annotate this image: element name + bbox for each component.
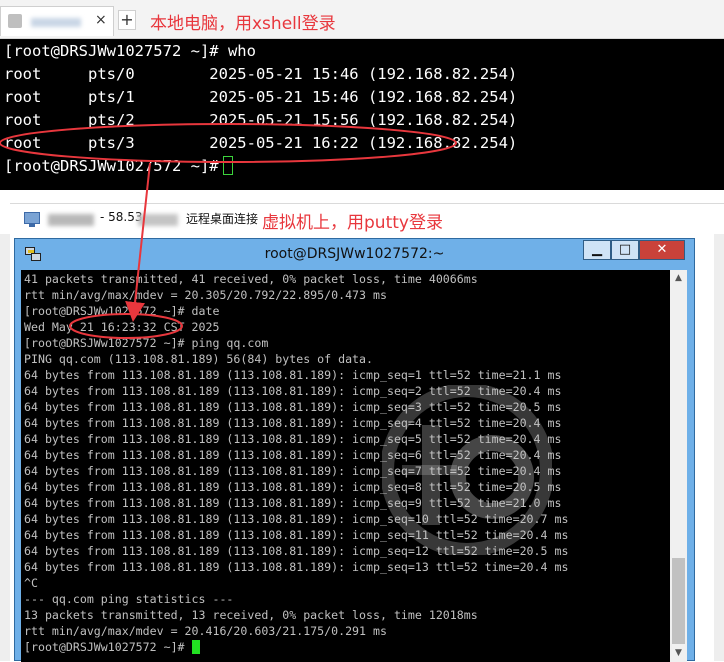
terminal-line: root pts/3 2025-05-21 16:22 (192.168.82.… [4,134,518,152]
maximize-button[interactable]: □ [611,240,639,260]
terminal-line: [root@DRSJWw1027572 ~]# who [4,42,256,60]
terminal-line: PING qq.com (113.108.81.189) 56(84) byte… [24,352,374,366]
close-tab-icon[interactable]: × [95,12,107,28]
terminal-line: rtt min/avg/max/mdev = 20.416/20.603/21.… [24,624,387,638]
annotation-xshell-note: 本地电脑，用xshell登录 [150,14,336,34]
redacted-ip [138,214,178,226]
xshell-terminal[interactable]: [root@DRSJWw1027572 ~]# who root pts/0 2… [0,39,724,190]
terminal-line: root pts/0 2025-05-21 15:46 (192.168.82.… [4,65,518,83]
putty-terminal[interactable]: 41 packets transmitted, 41 received, 0% … [21,270,670,662]
rdp-left-border [0,234,10,661]
remote-desktop-icon [24,212,40,227]
terminal-line: ^C [24,576,38,590]
terminal-line: 64 bytes from 113.108.81.189 (113.108.81… [24,368,562,382]
new-tab-button[interactable]: + [118,10,136,30]
terminal-line: Wed May 21 16:23:32 CST 2025 [24,320,220,334]
terminal-line: [root@DRSJWw1027572 ~]# date [24,304,220,318]
putty-scrollbar[interactable]: ▲ ▼ [670,270,687,662]
watermark-logo-icon [382,385,552,555]
scrollbar-thumb[interactable] [672,558,685,644]
session-icon [8,14,22,28]
terminal-line: --- qq.com ping statistics --- [24,592,234,606]
terminal-line: rtt min/avg/max/mdev = 20.305/20.792/22.… [24,288,387,302]
rdp-title-app: 远程桌面连接 [186,212,259,226]
terminal-line: 41 packets transmitted, 41 received, 0% … [24,272,478,286]
terminal-prompt: [root@DRSJWw1027572 ~]# [4,157,219,175]
minimize-button[interactable]: ▁ [583,240,611,260]
xshell-session-tab[interactable]: × [0,6,114,36]
terminal-prompt-line: [root@DRSJWw1027572 ~]# [4,155,233,178]
terminal-line: root pts/2 2025-05-21 15:56 (192.168.82.… [4,111,518,129]
terminal-line: 13 packets transmitted, 13 received, 0% … [24,608,478,622]
terminal-cursor [222,156,233,175]
redacted-tab-title [31,18,81,27]
redacted-host-name [48,214,94,226]
close-button[interactable]: ✕ [639,240,685,260]
terminal-line: 64 bytes from 113.108.81.189 (113.108.81… [24,560,569,574]
annotation-putty-note: 虚拟机上，用putty登录 [262,213,443,233]
terminal-prompt-line: [root@DRSJWw1027572 ~]# [24,639,200,655]
rdp-right-border [714,234,724,661]
terminal-line: root pts/1 2025-05-21 15:46 (192.168.82.… [4,88,518,106]
putty-window: root@DRSJWw1027572:~ ▁ □ ✕ 41 packets tr… [14,238,695,662]
terminal-cursor [191,640,200,654]
terminal-prompt: [root@DRSJWw1027572 ~]# [24,640,185,654]
putty-titlebar[interactable]: root@DRSJWw1027572:~ ▁ □ ✕ [15,239,694,270]
scroll-up-icon[interactable]: ▲ [670,270,687,287]
xshell-tab-bar: × + [0,0,724,39]
scroll-down-icon[interactable]: ▼ [670,645,687,662]
terminal-line: [root@DRSJWw1027572 ~]# ping qq.com [24,336,269,350]
